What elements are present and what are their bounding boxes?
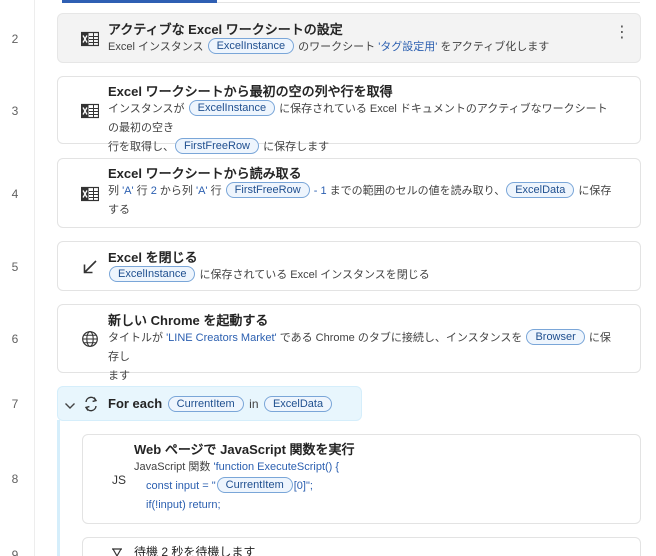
action-description: JavaScript 関数 'function ExecuteScript() … [134, 461, 340, 511]
action-for-each[interactable]: For each CurrentItem in ExcelData [57, 386, 362, 421]
line-number: 3 [11, 104, 19, 118]
line-number: 4 [11, 187, 19, 201]
action-title: 新しい Chrome を起動する [108, 313, 269, 328]
excel-sheet-icon [80, 184, 100, 204]
action-run-javascript[interactable]: JS Web ページで JavaScript 関数を実行 JavaScript … [82, 434, 641, 524]
variable-pill[interactable]: FirstFreeRow [175, 138, 260, 154]
variable-pill[interactable]: ExcelInstance [109, 266, 196, 282]
active-tab-indicator [62, 0, 217, 3]
excel-sheet-icon [80, 29, 100, 49]
action-description: ExcelInstance に保存されている Excel インスタンスを閉じる [108, 266, 612, 285]
chevron-down-icon[interactable] [64, 398, 76, 416]
action-description: インスタンスが ExcelInstance に保存されている Excel ドキュ… [108, 100, 608, 154]
line-number: 8 [11, 472, 19, 486]
line-number: 6 [11, 332, 19, 346]
action-title: 待機 2 秒を待機します [134, 545, 256, 556]
action-get-first-free-row[interactable]: Excel ワークシートから最初の空の列や行を取得 インスタンスが ExcelI… [57, 76, 641, 154]
action-description: Excel インスタンス ExcelInstance のワークシート 'タグ設定… [108, 38, 550, 54]
action-title: Web ページで JavaScript 関数を実行 [134, 442, 355, 457]
action-title: For each [108, 396, 163, 411]
action-title: Excel ワークシートから最初の空の列や行を取得 [108, 84, 393, 99]
variable-pill[interactable]: CurrentItem [216, 477, 293, 493]
for-each-block-rail [57, 420, 60, 556]
for-each-header: For each CurrentItem in ExcelData [108, 395, 333, 413]
variable-pill[interactable]: ExcelData [506, 182, 575, 198]
variable-pill[interactable]: ExcelInstance [207, 38, 295, 54]
variable-pill[interactable]: FirstFreeRow [225, 182, 310, 198]
line-number: 7 [11, 397, 19, 411]
action-title: Excel を閉じる [108, 250, 198, 265]
hourglass-icon [107, 546, 127, 556]
action-close-excel[interactable]: Excel を閉じる ExcelInstance に保存されている Excel … [57, 241, 641, 291]
action-description: タイトルが 'LINE Creators Market' である Chrome … [108, 329, 611, 382]
loop-icon [82, 395, 100, 418]
variable-pill[interactable]: ExcelInstance [188, 100, 276, 116]
variable-pill[interactable]: Browser [526, 329, 585, 345]
line-number: 5 [11, 260, 19, 274]
line-number: 2 [11, 32, 19, 46]
close-excel-icon [80, 257, 100, 277]
action-set-active-worksheet[interactable]: アクティブな Excel ワークシートの設定 Excel インスタンス Exce… [57, 13, 641, 63]
action-launch-chrome[interactable]: 新しい Chrome を起動する タイトルが 'LINE Creators Ma… [57, 304, 641, 382]
excel-sheet-icon [80, 101, 100, 121]
line-number: 9 [11, 548, 19, 556]
action-title: アクティブな Excel ワークシートの設定 [108, 22, 343, 37]
action-read-worksheet[interactable]: Excel ワークシートから読み取る 列 'A' 行 2 から列 'A' 行 F… [57, 158, 641, 228]
action-description: 列 'A' 行 2 から列 'A' 行 FirstFreeRow - 1 までの… [108, 182, 612, 216]
gutter-divider [34, 0, 35, 556]
variable-pill[interactable]: ExcelData [263, 396, 333, 412]
action-wait[interactable]: 待機 2 秒を待機します [82, 537, 641, 556]
variable-pill[interactable]: CurrentItem [167, 396, 244, 412]
globe-icon [80, 329, 100, 349]
action-title: Excel ワークシートから読み取る [108, 166, 302, 181]
more-options-icon[interactable]: ⋮ [614, 25, 630, 41]
javascript-icon: JS [111, 473, 126, 487]
